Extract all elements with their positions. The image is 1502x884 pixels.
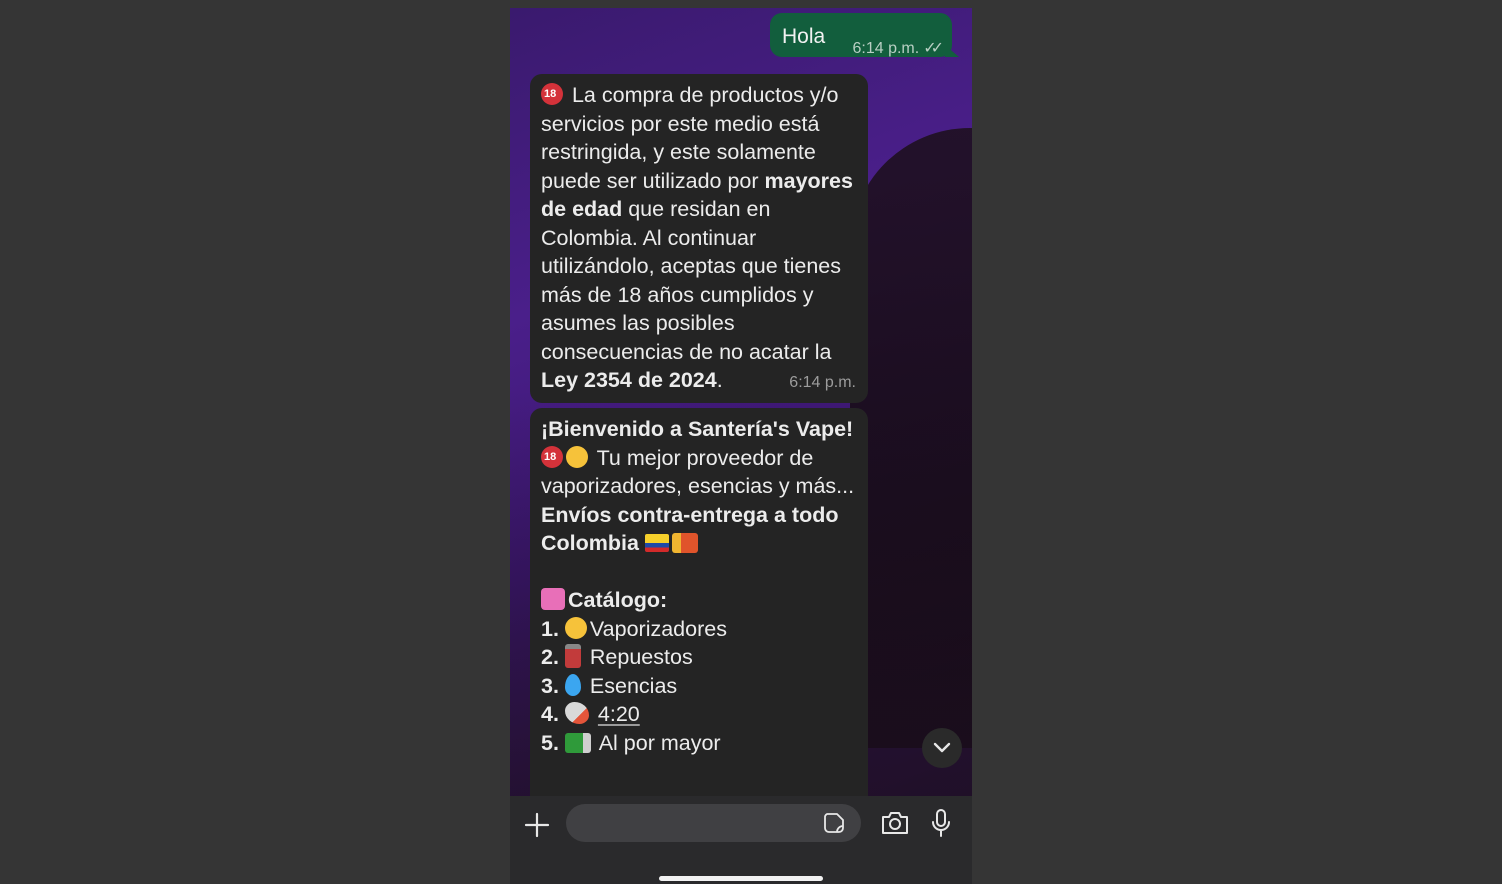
battery-emoji [564, 644, 581, 668]
smoke-face-emoji [564, 616, 587, 639]
catalog-item-number: 2. [541, 645, 559, 669]
catalog-item-label: Esencias [589, 673, 678, 698]
rocket-emoji [564, 702, 589, 724]
microphone-icon[interactable] [930, 808, 952, 838]
incoming-message-bubble-disclaimer[interactable]: La compra de productos y/o servicios por… [530, 74, 868, 403]
catalog-item: 5. Al por mayor [541, 729, 857, 758]
bubble-tail [945, 45, 959, 57]
message-input[interactable] [566, 804, 861, 842]
catalog-title: Catálogo: [568, 588, 668, 612]
outgoing-message-text: Hola [782, 25, 826, 48]
catalog-item-number: 5. [541, 730, 559, 755]
disclaimer-text-c: . [716, 368, 723, 392]
no-under-18-emoji [541, 445, 563, 468]
scroll-to-bottom-button[interactable] [922, 728, 962, 768]
message-time: 6:14 p.m. [789, 373, 856, 391]
welcome-tagline: Tu mejor proveedor de vaporizadores, ese… [541, 445, 855, 499]
catalog-item-number: 4. [541, 702, 559, 726]
incoming-message-bubble-welcome[interactable]: ¡Bienvenido a Santería's Vape! Tu mejor … [530, 408, 868, 808]
catalog-item[interactable]: 4. 4:20 [541, 700, 857, 729]
home-indicator[interactable] [659, 876, 823, 881]
catalog-item-label: Repuestos [589, 645, 693, 669]
catalog-item: 1. Vaporizadores [541, 615, 857, 644]
smoke-face-emoji [566, 445, 588, 468]
chevron-down-icon [933, 742, 951, 753]
disclaimer-bold-b: Ley 2354 de 2024 [541, 368, 717, 392]
outgoing-message-time: 6:14 p.m. [852, 40, 920, 57]
camera-icon[interactable] [880, 810, 910, 836]
chat-screen: Hola 6:14 p.m.✓✓ La compra de productos … [510, 8, 972, 884]
catalog-item: 2. Repuestos [541, 643, 857, 672]
shopping-bags-emoji [541, 588, 565, 610]
colombia-flag-emoji [644, 534, 669, 552]
droplet-emoji [564, 673, 581, 696]
truck-emoji [564, 732, 591, 753]
catalog-item-label: Al por mayor [598, 730, 721, 755]
delivery-truck-emoji [671, 533, 698, 553]
catalog-item-link-420[interactable]: 4:20 [598, 702, 640, 726]
catalog-item-label: Vaporizadores [589, 616, 727, 641]
read-ticks-icon: ✓✓ [923, 40, 944, 57]
no-under-18-emoji [541, 83, 563, 105]
outgoing-message-meta: 6:14 p.m. ✓✓ [852, 38, 944, 58]
plus-icon[interactable] [524, 812, 550, 838]
catalog-item-number: 1. [541, 616, 559, 641]
welcome-title: ¡Bienvenido a Santería's Vape! [541, 417, 854, 441]
outgoing-message-bubble[interactable]: Hola 6:14 p.m. ✓✓ [770, 13, 959, 58]
catalog-item: 3. Esencias [541, 672, 857, 701]
disclaimer-text-b: que residan en Colombia. Al continuar ut… [541, 197, 842, 364]
composer-bar [510, 796, 972, 884]
sticker-icon[interactable] [823, 812, 845, 834]
catalog-item-number: 3. [541, 673, 559, 698]
